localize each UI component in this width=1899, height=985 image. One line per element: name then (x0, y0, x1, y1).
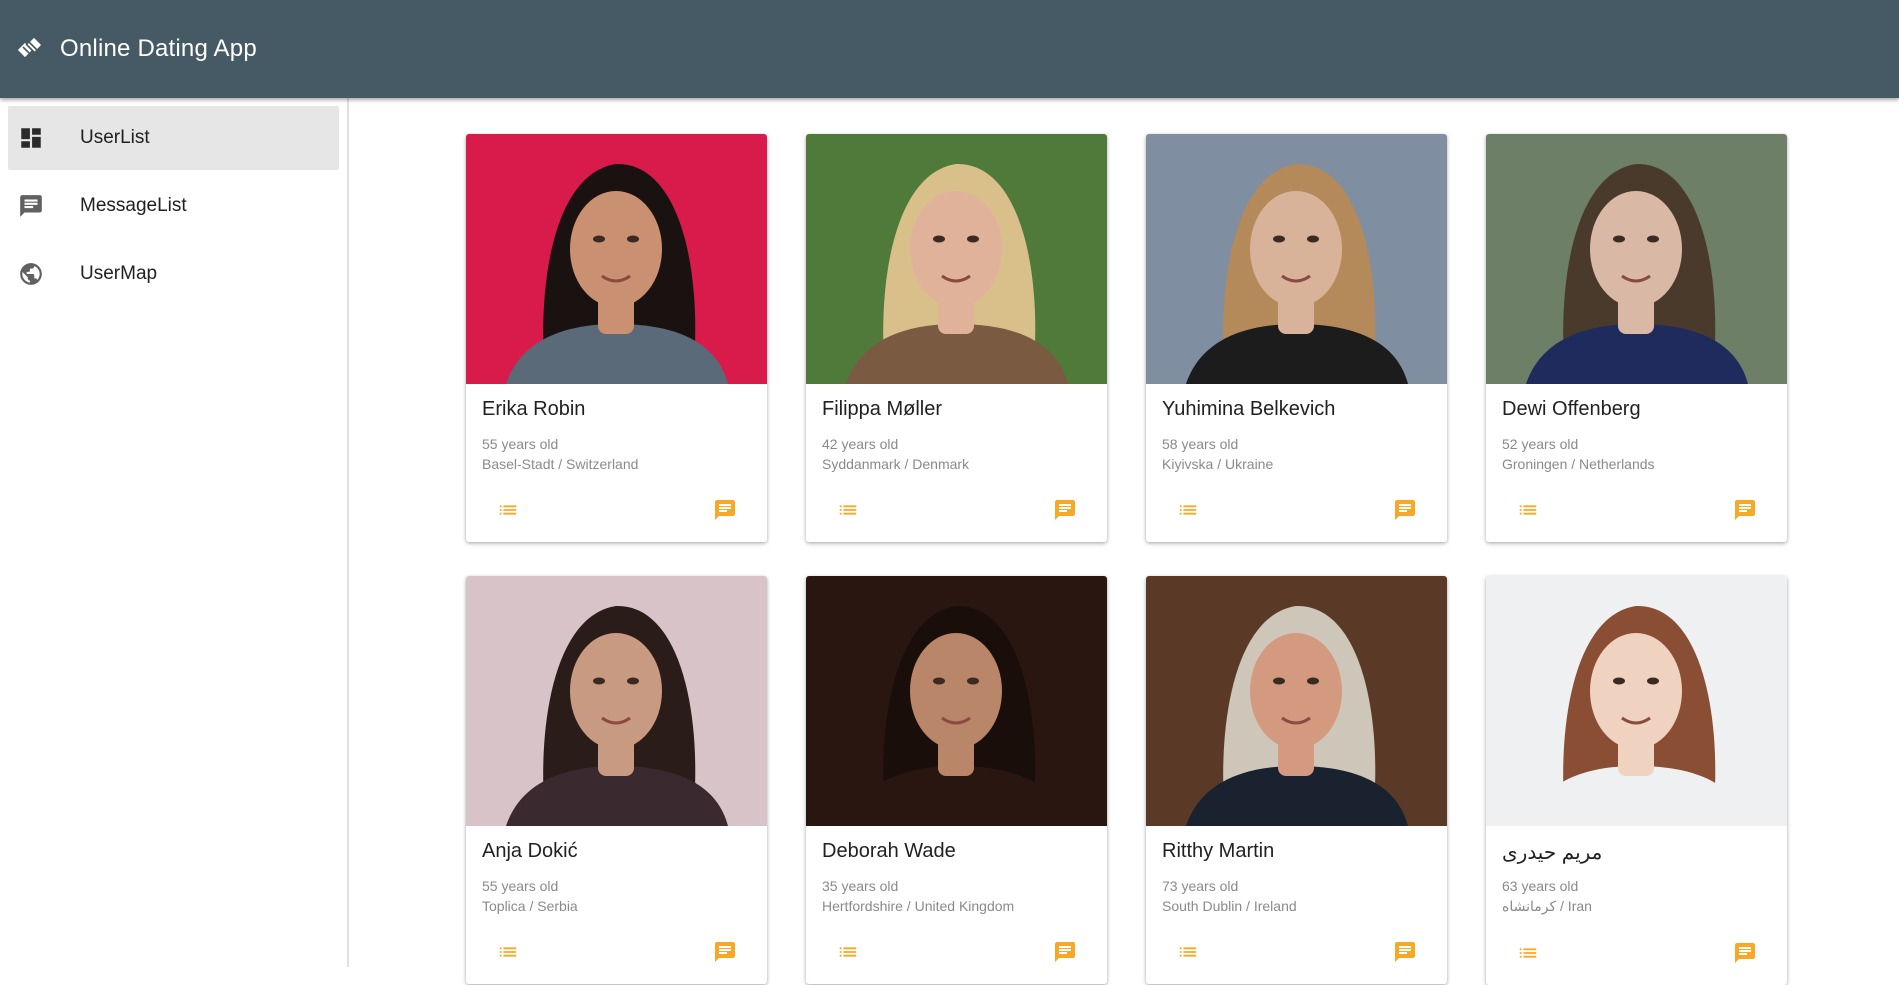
app-bar: Online Dating App (0, 0, 1899, 98)
card-actions (466, 914, 767, 984)
user-photo[interactable] (806, 576, 1107, 826)
user-photo[interactable] (1146, 576, 1447, 826)
list-icon[interactable] (490, 492, 526, 528)
card-actions (1146, 914, 1447, 984)
list-icon[interactable] (490, 934, 526, 970)
user-name: Anja Dokić (482, 840, 578, 862)
card-actions (806, 472, 1107, 542)
card-actions (1486, 915, 1787, 985)
user-card[interactable]: Ritthy Martin 73 years old South Dublin … (1146, 576, 1447, 984)
user-location: Syddanmark / Denmark (822, 456, 970, 472)
user-photo[interactable] (466, 134, 767, 384)
user-location: Groningen / Netherlands (1502, 456, 1655, 472)
user-location: Hertfordshire / United Kingdom (822, 898, 1015, 914)
user-card[interactable]: مریم حیدری 63 years old کرمانشاه / Iran (1486, 576, 1787, 985)
user-name: Yuhimina Belkevich (1162, 398, 1336, 420)
user-location: Basel-Stadt / Switzerland (482, 456, 639, 472)
sidebar-item-label: UserMap (80, 263, 158, 284)
user-age: 35 years old (822, 878, 899, 894)
sidebar-item-label: UserList (80, 127, 150, 148)
user-age: 55 years old (482, 436, 559, 452)
user-card[interactable]: Yuhimina Belkevich 58 years old Kiyivska… (1146, 134, 1447, 542)
globe-icon (17, 260, 45, 288)
user-card[interactable]: Anja Dokić 55 years old Toplica / Serbia (466, 576, 767, 984)
chat-icon[interactable] (1727, 935, 1763, 971)
user-age: 52 years old (1502, 436, 1579, 452)
user-name: Dewi Offenberg (1502, 398, 1641, 420)
card-actions (1486, 472, 1787, 542)
user-location: کرمانشاه / Iran (1502, 898, 1592, 914)
user-card[interactable]: Filippa Møller 42 years old Syddanmark /… (806, 134, 1107, 542)
user-name: Filippa Møller (822, 398, 943, 420)
user-name: Deborah Wade (822, 840, 956, 862)
user-card[interactable]: Deborah Wade 35 years old Hertfordshire … (806, 576, 1107, 984)
user-card[interactable]: Dewi Offenberg 52 years old Groningen / … (1486, 134, 1787, 542)
user-name: Erika Robin (482, 398, 586, 420)
chat-icon[interactable] (1387, 934, 1423, 970)
list-icon[interactable] (830, 492, 866, 528)
message-icon (17, 192, 45, 220)
card-actions (466, 472, 767, 542)
user-photo[interactable] (466, 576, 767, 826)
chat-icon[interactable] (707, 492, 743, 528)
list-icon[interactable] (1170, 934, 1206, 970)
chat-icon[interactable] (707, 934, 743, 970)
user-name: مریم حیدری (1502, 842, 1603, 864)
user-card[interactable]: Erika Robin 55 years old Basel-Stadt / S… (466, 134, 767, 542)
user-age: 42 years old (822, 436, 899, 452)
user-age: 63 years old (1502, 878, 1579, 894)
list-icon[interactable] (1510, 492, 1546, 528)
card-actions (1146, 472, 1447, 542)
user-age: 55 years old (482, 878, 559, 894)
user-location: Toplica / Serbia (482, 898, 578, 914)
list-icon[interactable] (830, 934, 866, 970)
chat-icon[interactable] (1047, 492, 1083, 528)
user-location: Kiyivska / Ukraine (1162, 456, 1274, 472)
list-icon[interactable] (1510, 935, 1546, 971)
user-name: Ritthy Martin (1162, 840, 1275, 862)
user-photo[interactable] (1146, 134, 1447, 384)
user-age: 73 years old (1162, 878, 1239, 894)
user-grid: Erika Robin 55 years old Basel-Stadt / S… (351, 98, 1899, 985)
chat-icon[interactable] (1047, 934, 1083, 970)
list-icon[interactable] (1170, 492, 1206, 528)
handshake-icon (16, 34, 46, 64)
app-title: Online Dating App (60, 35, 257, 62)
dashboard-icon (17, 124, 45, 152)
chat-icon[interactable] (1387, 492, 1423, 528)
chat-icon[interactable] (1727, 492, 1763, 528)
card-actions (806, 914, 1107, 984)
user-photo[interactable] (1486, 134, 1787, 384)
sidebar-nav: UserList MessageList UserMap (0, 98, 349, 967)
user-age: 58 years old (1162, 436, 1239, 452)
sidebar-item-label: MessageList (80, 195, 187, 216)
user-photo[interactable] (806, 134, 1107, 384)
sidebar-item-usermap[interactable]: UserMap (8, 242, 339, 306)
sidebar-item-messagelist[interactable]: MessageList (8, 174, 339, 238)
user-location: South Dublin / Ireland (1162, 898, 1297, 914)
user-photo[interactable] (1486, 576, 1787, 826)
sidebar-item-userlist[interactable]: UserList (8, 106, 339, 170)
